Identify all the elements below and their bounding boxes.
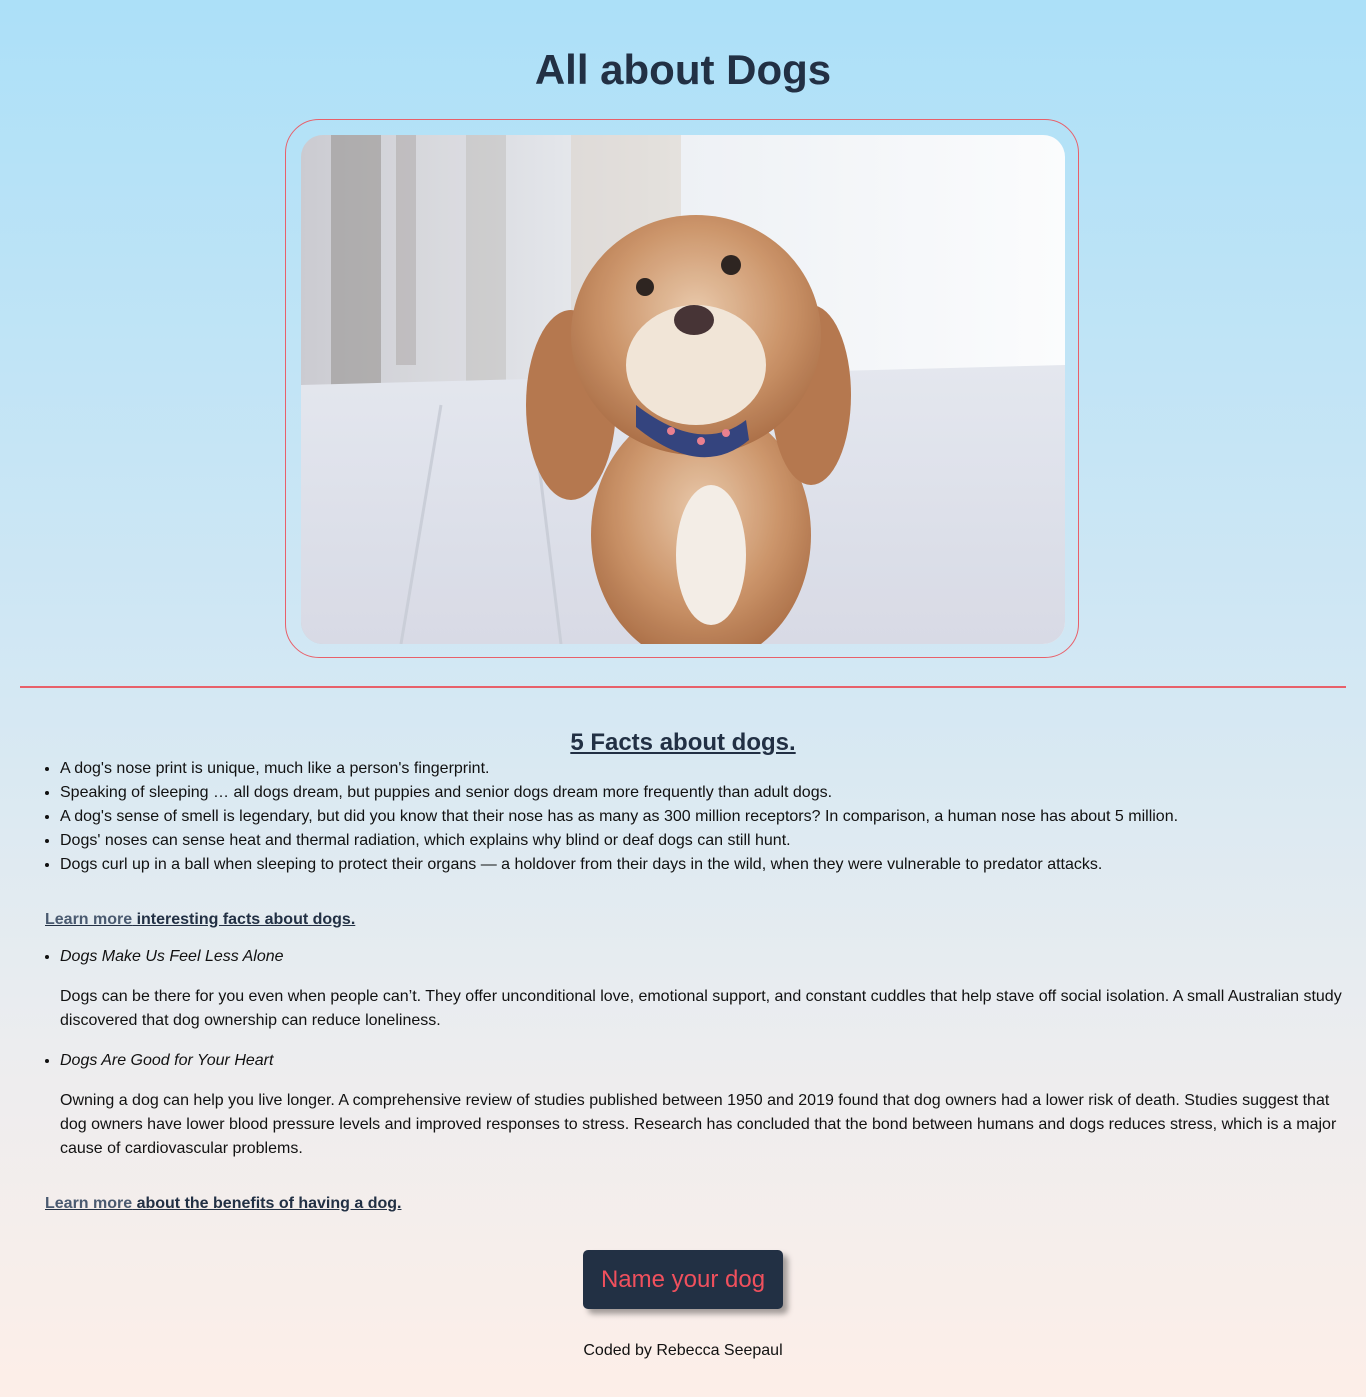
section-divider <box>20 686 1346 688</box>
learn-more-facts-text: interesting facts about dogs. <box>132 911 356 928</box>
dog-photo <box>301 135 1065 644</box>
learn-more-benefits-text: about the benefits of having a dog. <box>132 1195 402 1212</box>
learn-more-facts-link[interactable]: Learn more <box>45 911 132 928</box>
benefit-title: Dogs Are Good for Your Heart <box>60 1052 274 1069</box>
benefit-body: Dogs can be there for you even when peop… <box>60 988 1342 1029</box>
benefit-item: Dogs Make Us Feel Less Alone Dogs can be… <box>60 945 1348 1033</box>
name-your-dog-button[interactable]: Name your dog <box>583 1250 783 1309</box>
list-item: Dogs' noses can sense heat and thermal r… <box>60 829 1340 853</box>
benefit-item: Dogs Are Good for Your Heart Owning a do… <box>60 1049 1348 1161</box>
list-item: A dog's sense of smell is legendary, but… <box>60 805 1340 829</box>
learn-more-facts: Learn more interesting facts about dogs. <box>45 908 355 932</box>
footer-credit: Coded by Rebecca Seepaul <box>583 1342 783 1359</box>
facts-heading: 5 Facts about dogs. <box>570 728 796 756</box>
list-item: A dog's nose print is unique, much like … <box>60 757 1340 781</box>
list-item: Dogs curl up in a ball when sleeping to … <box>60 853 1340 877</box>
benefit-body: Owning a dog can help you live longer. A… <box>60 1092 1337 1157</box>
facts-list: A dog's nose print is unique, much like … <box>60 757 1340 877</box>
photo-frame <box>285 119 1079 658</box>
list-item: Speaking of sleeping … all dogs dream, b… <box>60 781 1340 805</box>
benefit-title: Dogs Make Us Feel Less Alone <box>60 948 284 965</box>
learn-more-benefits: Learn more about the benefits of having … <box>45 1192 401 1216</box>
page-title: All about Dogs <box>534 46 832 93</box>
benefits-list: Dogs Make Us Feel Less Alone Dogs can be… <box>60 945 1348 1177</box>
learn-more-benefits-link[interactable]: Learn more <box>45 1195 132 1212</box>
